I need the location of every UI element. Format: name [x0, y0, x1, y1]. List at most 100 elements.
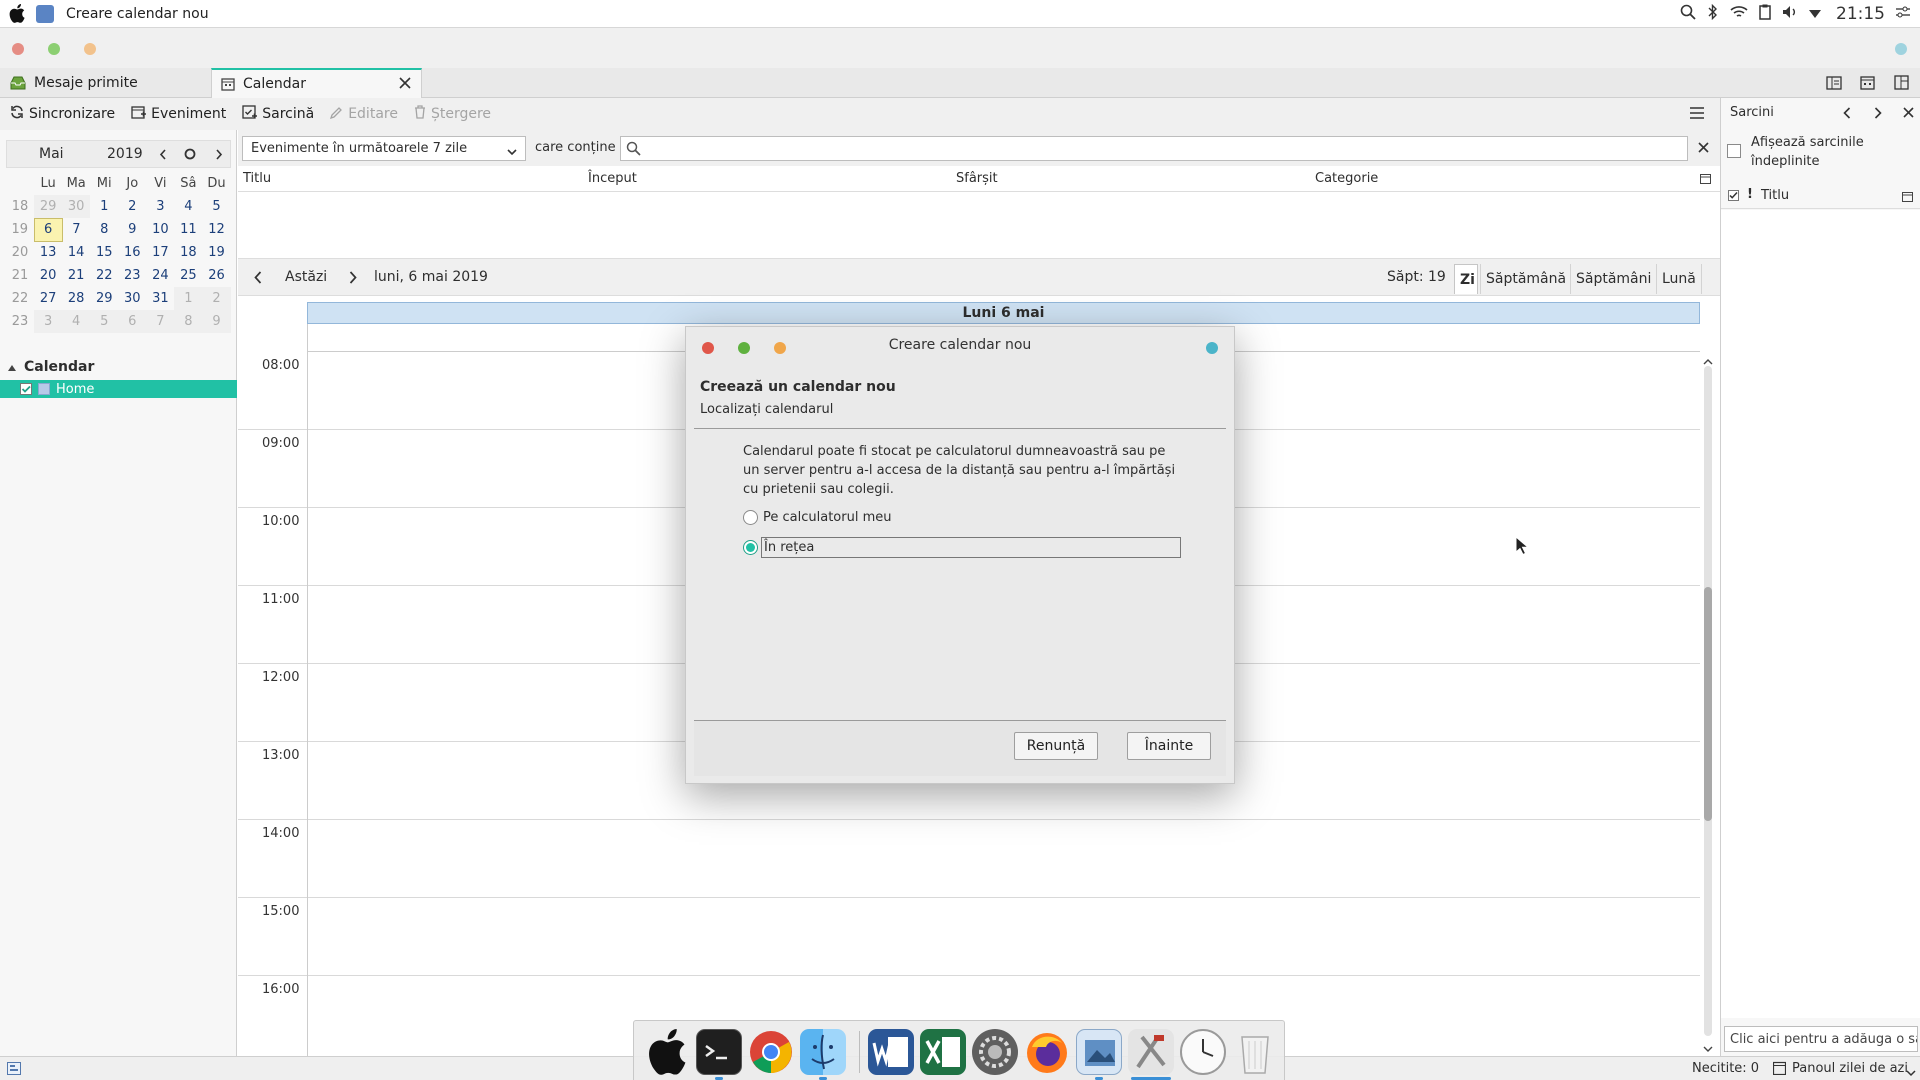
clear-search-icon[interactable]: [1698, 142, 1709, 157]
next-icon[interactable]: [1874, 107, 1882, 123]
column-picker-icon[interactable]: [1902, 191, 1913, 206]
tasks-column-title[interactable]: Titlu: [1761, 188, 1789, 203]
day-column-header[interactable]: Luni 6 mai: [307, 302, 1700, 324]
mini-calendar-day[interactable]: 29: [34, 195, 63, 218]
mini-calendar-day[interactable]: 18: [174, 241, 202, 264]
mini-calendar-day[interactable]: 1: [174, 287, 203, 310]
previous-day-icon[interactable]: [254, 271, 262, 288]
hour-slot[interactable]: [307, 898, 1700, 976]
mini-calendar-day[interactable]: 17: [146, 241, 174, 264]
minimize-window-button[interactable]: [48, 43, 60, 55]
radio-on-my-computer[interactable]: Pe calculatorul meu: [743, 507, 1183, 529]
collapse-triangle-icon[interactable]: [8, 359, 16, 375]
previous-icon[interactable]: [1843, 107, 1851, 123]
task-list[interactable]: [1721, 210, 1920, 1018]
view-tab-month[interactable]: Lună: [1656, 264, 1702, 294]
mini-calendar-day[interactable]: 30: [62, 195, 91, 218]
time-grid-scrollbar[interactable]: [1701, 352, 1715, 1052]
chevron-down-icon[interactable]: [1906, 1066, 1916, 1080]
show-completed-checkbox[interactable]: [1727, 144, 1741, 158]
mini-calendar-day[interactable]: 27: [34, 287, 62, 310]
dock-terminal-icon[interactable]: [696, 1029, 742, 1075]
show-completed-checkbox-row[interactable]: Afișează sarcinile îndeplinite: [1727, 133, 1917, 173]
priority-column-icon[interactable]: !: [1747, 187, 1753, 202]
mini-calendar-day[interactable]: 5: [202, 195, 230, 218]
clock[interactable]: 21:15: [1836, 4, 1885, 24]
mini-calendar-day[interactable]: 11: [174, 218, 202, 241]
dock-system-preferences-icon[interactable]: [972, 1029, 1018, 1075]
mini-calendar-day[interactable]: 21: [62, 264, 90, 287]
today-pane-icon[interactable]: [1772, 1061, 1787, 1079]
delete-button[interactable]: Ștergere: [414, 105, 491, 123]
mini-calendar-day[interactable]: 25: [174, 264, 202, 287]
mini-calendar-day[interactable]: 8: [174, 310, 203, 333]
hamburger-menu-icon[interactable]: [1690, 107, 1704, 123]
window-extra-button[interactable]: [1895, 43, 1907, 55]
view-tab-week[interactable]: Săptămână: [1480, 264, 1571, 294]
next-day-icon[interactable]: [349, 271, 357, 288]
dock-word-icon[interactable]: [868, 1029, 914, 1075]
radio-on-the-network[interactable]: În rețea: [743, 537, 1183, 559]
dock-excel-icon[interactable]: [920, 1029, 966, 1075]
calendar-view-icon[interactable]: [1860, 75, 1875, 94]
dock-preview-icon[interactable]: [1076, 1029, 1122, 1075]
new-task-button[interactable]: Sarcină: [242, 104, 314, 124]
dock-trash-icon[interactable]: [1232, 1029, 1278, 1075]
calendar-item-home[interactable]: Home: [0, 380, 237, 398]
mini-calendar-day[interactable]: 6: [33, 217, 63, 242]
dock-finder-apple-icon[interactable]: [644, 1029, 690, 1075]
view-tab-day[interactable]: Zi: [1454, 264, 1478, 294]
mini-calendar-year[interactable]: 2019: [107, 146, 143, 162]
mini-calendar-day[interactable]: 10: [146, 218, 174, 241]
volume-icon[interactable]: [1782, 5, 1798, 23]
close-window-button[interactable]: [12, 43, 24, 55]
mini-calendar-day[interactable]: 24: [146, 264, 174, 287]
quick-add-task-input[interactable]: Clic aici pentru a adăuga o sarc: [1724, 1026, 1918, 1052]
column-category[interactable]: Categorie: [1315, 171, 1378, 186]
mini-calendar-day[interactable]: 9: [118, 218, 146, 241]
mini-calendar-day[interactable]: 3: [146, 195, 174, 218]
bluetooth-icon[interactable]: [1707, 3, 1719, 24]
column-start[interactable]: Început: [588, 171, 637, 186]
cancel-button[interactable]: Renunță: [1014, 732, 1098, 760]
column-picker-icon[interactable]: [1700, 173, 1711, 188]
dock-chrome-icon[interactable]: [748, 1029, 794, 1075]
tab-calendar[interactable]: Calendar: [211, 68, 422, 98]
mini-calendar-day[interactable]: 7: [62, 218, 90, 241]
maximize-window-button[interactable]: [84, 43, 96, 55]
event-search-input[interactable]: [620, 136, 1688, 161]
dock-clock-icon[interactable]: [1180, 1029, 1226, 1075]
tab-inbox[interactable]: Mesaje primite: [0, 68, 210, 98]
mini-calendar-day[interactable]: 28: [62, 287, 90, 310]
completed-column-icon[interactable]: [1728, 190, 1739, 201]
clipboard-icon[interactable]: [1759, 4, 1771, 24]
calendar-enabled-checkbox[interactable]: [20, 383, 32, 395]
today-pane-toggle[interactable]: Panoul zilei de azi: [1792, 1061, 1908, 1076]
dock-finder-icon[interactable]: [800, 1029, 846, 1075]
sync-button[interactable]: Sincronizare: [10, 105, 115, 123]
mini-calendar-day[interactable]: 2: [202, 287, 231, 310]
search-icon[interactable]: [1680, 4, 1696, 24]
event-list[interactable]: [238, 192, 1720, 258]
radio-button-selected[interactable]: [743, 540, 758, 555]
mini-calendar-day[interactable]: 4: [62, 310, 91, 333]
mini-calendar-day[interactable]: 5: [90, 310, 119, 333]
edit-button[interactable]: Editare: [330, 106, 398, 123]
previous-month-icon[interactable]: [159, 149, 167, 164]
close-pane-icon[interactable]: [1903, 107, 1914, 122]
hour-slot[interactable]: [307, 820, 1700, 898]
scroll-down-icon[interactable]: [1703, 1042, 1713, 1057]
today-circle-icon[interactable]: [184, 148, 196, 164]
tasks-view-icon[interactable]: [1894, 75, 1909, 94]
today-button[interactable]: Astăzi: [285, 269, 327, 285]
dropdown-icon[interactable]: [1809, 10, 1821, 18]
calendar-list-header[interactable]: Calendar: [0, 356, 237, 378]
view-tab-multiweek[interactable]: Săptămâni: [1570, 264, 1656, 294]
mini-calendar-day[interactable]: 2: [118, 195, 146, 218]
mini-calendar-day[interactable]: 26: [202, 264, 230, 287]
column-end[interactable]: Sfârșit: [956, 171, 998, 186]
next-button[interactable]: Înainte: [1127, 732, 1211, 760]
mini-calendar-day[interactable]: 15: [90, 241, 118, 264]
layout-icon[interactable]: [1826, 76, 1842, 94]
settings-sliders-icon[interactable]: [1896, 5, 1910, 23]
